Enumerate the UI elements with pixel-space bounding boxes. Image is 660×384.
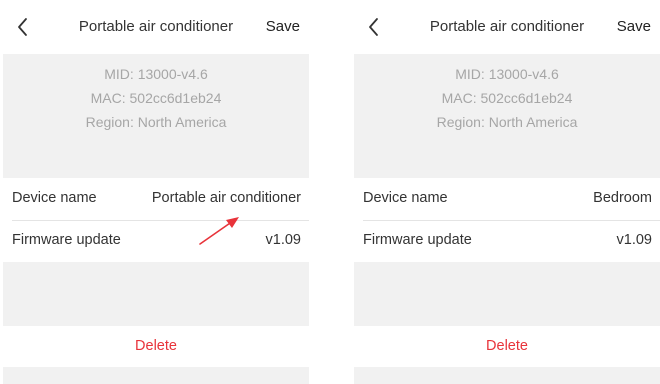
delete-button[interactable]: Delete (3, 326, 309, 367)
region-text: Region: North America (85, 114, 227, 130)
row-divider (12, 220, 309, 221)
comparison-stage: Portable air conditioner Save MID: 13000… (0, 0, 660, 384)
navigation-bar: Portable air conditioner Save (3, 0, 309, 54)
device-info-panel: MID: 13000-v4.6 MAC: 502cc6d1eb24 Region… (3, 54, 309, 178)
red-arrow-icon (199, 217, 239, 245)
mac-text: MAC: 502cc6d1eb24 (90, 90, 222, 106)
firmware-update-row[interactable]: Firmware update v1.09 (3, 220, 309, 262)
mid-text: MID: 13000-v4.6 (455, 66, 559, 82)
firmware-version-value: v1.09 (616, 232, 652, 248)
device-name-value: Bedroom (593, 190, 652, 206)
delete-label: Delete (486, 338, 528, 354)
navigation-bar: Portable air conditioner Save (354, 0, 660, 54)
delete-label: Delete (135, 338, 177, 354)
mid-text: MID: 13000-v4.6 (104, 66, 208, 82)
delete-button[interactable]: Delete (354, 326, 660, 367)
firmware-version-value: v1.09 (265, 232, 301, 248)
device-settings-screen-before: Portable air conditioner Save MID: 13000… (3, 0, 309, 384)
device-name-label: Device name (363, 190, 448, 206)
firmware-update-label: Firmware update (363, 232, 472, 248)
device-info-panel: MID: 13000-v4.6 MAC: 502cc6d1eb24 Region… (354, 54, 660, 178)
save-button[interactable]: Save (617, 18, 651, 35)
device-name-value: Portable air conditioner (151, 190, 301, 206)
device-settings-screen-after: Portable air conditioner Save MID: 13000… (354, 0, 660, 384)
firmware-update-row[interactable]: Firmware update v1.09 (354, 220, 660, 262)
mac-text: MAC: 502cc6d1eb24 (441, 90, 573, 106)
page-title: Portable air conditioner (429, 18, 585, 35)
region-text: Region: North America (436, 114, 578, 130)
row-divider (363, 220, 660, 221)
page-title: Portable air conditioner (78, 18, 234, 35)
save-button[interactable]: Save (266, 18, 300, 35)
firmware-update-label: Firmware update (12, 232, 121, 248)
device-name-label: Device name (12, 190, 97, 206)
device-name-row[interactable]: Device name Bedroom (354, 178, 660, 220)
device-name-row[interactable]: Device name Portable air conditioner (3, 178, 309, 220)
